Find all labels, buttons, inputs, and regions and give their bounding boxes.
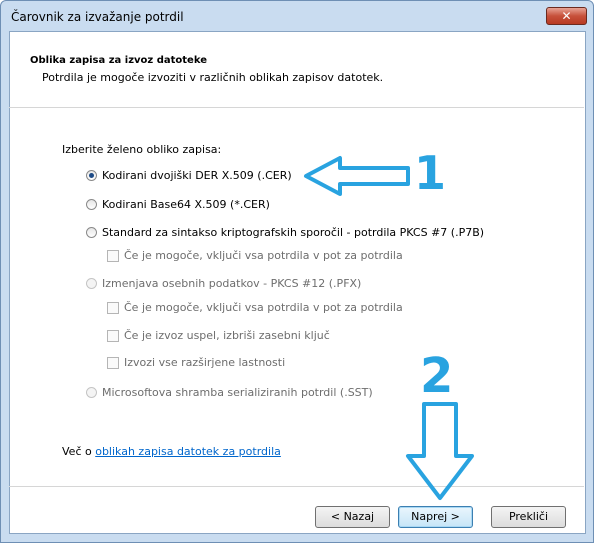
radio-base64[interactable]: Kodirani Base64 X.509 (*.CER)	[86, 198, 270, 211]
next-button[interactable]: Naprej >	[398, 506, 473, 528]
window-title: Čarovnik za izvažanje potrdil	[11, 10, 184, 24]
radio-sst[interactable]: Microsoftova shramba serializiranih potr…	[86, 386, 373, 399]
arrow-down-annotation	[406, 402, 474, 500]
cancel-button[interactable]: Prekliči	[491, 506, 566, 528]
checkbox-pfx-export-props-label: Izvozi vse razširjene lastnosti	[124, 356, 286, 369]
back-button[interactable]: < Nazaj	[315, 506, 390, 528]
radio-sst-label: Microsoftova shramba serializiranih potr…	[102, 386, 373, 399]
checkbox[interactable]	[107, 249, 119, 262]
radio-pfx-label: Izmenjava osebnih podatkov - PKCS #12 (.…	[102, 277, 362, 290]
checkbox[interactable]	[107, 329, 119, 342]
close-icon: ✕	[561, 9, 572, 23]
checkbox-pfx-delete-key-label: Če je izvoz uspel, izbriši zasebni ključ	[124, 329, 330, 342]
radio-der[interactable]: Kodirani dvojiški DER X.509 (.CER)	[86, 169, 292, 182]
page-subtitle: Potrdila je mogoče izvoziti v različnih …	[42, 71, 384, 84]
checkbox[interactable]	[107, 356, 119, 369]
radio-button[interactable]	[86, 278, 97, 289]
checkbox-pkcs7-include-all-label: Če je mogoče, vključi vsa potrdila v pot…	[124, 249, 403, 262]
radio-button-selected[interactable]	[86, 170, 97, 181]
radio-pfx[interactable]: Izmenjava osebnih podatkov - PKCS #12 (.…	[86, 277, 361, 290]
checkbox-pfx-export-props[interactable]: Izvozi vse razširjene lastnosti	[107, 356, 285, 369]
checkbox-pfx-include-all[interactable]: Če je mogoče, vključi vsa potrdila v pot…	[107, 301, 403, 314]
checkbox-pfx-delete-key[interactable]: Če je izvoz uspel, izbriši zasebni ključ	[107, 329, 330, 342]
page-title: Oblika zapisa za izvoz datoteke	[30, 55, 208, 66]
checkbox-pfx-include-all-label: Če je mogoče, vključi vsa potrdila v pot…	[124, 301, 403, 314]
header-divider	[9, 107, 584, 108]
checkbox[interactable]	[107, 301, 119, 314]
radio-pkcs7[interactable]: Standard za sintakso kriptografskih spor…	[86, 226, 484, 239]
radio-button[interactable]	[86, 199, 97, 210]
more-info-row: Več o oblikah zapisa datotek za potrdila	[62, 445, 281, 458]
annotation-marker-1: 1	[414, 146, 447, 200]
radio-pkcs7-label: Standard za sintakso kriptografskih spor…	[102, 226, 485, 239]
annotation-marker-2: 2	[420, 348, 454, 404]
radio-base64-label: Kodirani Base64 X.509 (*.CER)	[102, 198, 270, 211]
radio-button[interactable]	[86, 227, 97, 238]
radio-button[interactable]	[86, 387, 97, 398]
checkbox-pkcs7-include-all[interactable]: Če je mogoče, vključi vsa potrdila v pot…	[107, 249, 403, 262]
title-bar: Čarovnik za izvažanje potrdil ✕	[1, 1, 593, 31]
radio-der-label: Kodirani dvojiški DER X.509 (.CER)	[102, 169, 292, 182]
format-prompt: Izberite želeno obliko zapisa:	[62, 143, 222, 156]
footer-divider	[9, 486, 584, 487]
formats-help-link[interactable]: oblikah zapisa datotek za potrdila	[95, 445, 281, 458]
close-button[interactable]: ✕	[546, 7, 587, 25]
more-info-prefix: Več o	[62, 445, 96, 458]
